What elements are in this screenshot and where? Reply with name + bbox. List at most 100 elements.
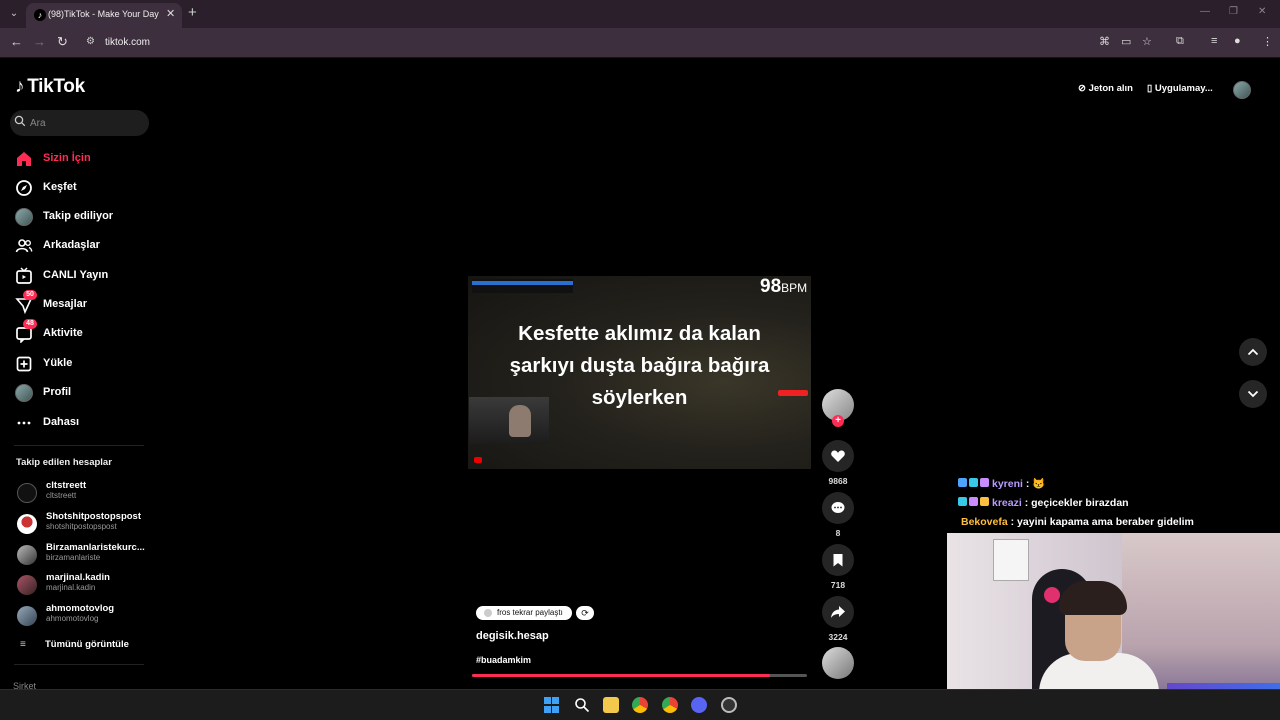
nav-label: Yükle xyxy=(43,357,73,369)
minimize-icon[interactable]: — xyxy=(1200,6,1210,17)
file-explorer-icon[interactable] xyxy=(603,697,619,713)
following-account[interactable]: cltstreett cltstreett xyxy=(16,480,156,508)
close-window-icon[interactable]: ✕ xyxy=(1258,6,1266,17)
taskbar-search-icon[interactable] xyxy=(574,697,590,713)
following-avatar xyxy=(15,208,33,226)
tab-close-icon[interactable]: ✕ xyxy=(166,7,175,20)
repost-indicator[interactable]: fros tekrar paylaştı xyxy=(476,606,572,620)
bpm-unit: BPM xyxy=(781,281,808,295)
account-avatar xyxy=(17,606,37,626)
maximize-icon[interactable]: ❐ xyxy=(1229,6,1238,17)
account-name: Shotshitpostopspost xyxy=(46,511,141,522)
save-button[interactable] xyxy=(822,544,854,576)
menu-icon[interactable]: ⋮ xyxy=(1262,35,1273,48)
nav-label: Mesajlar xyxy=(43,298,88,310)
more-icon xyxy=(17,421,31,425)
nav-friends[interactable]: Arkadaşlar xyxy=(15,235,155,257)
account-name: marjinal.kadin xyxy=(46,572,110,583)
nav-profile[interactable]: Profil xyxy=(15,382,155,404)
site-info-icon[interactable]: ⚙ xyxy=(86,36,95,47)
chat-message: kyreni : 😾 xyxy=(958,477,1045,490)
tiktok-note-icon: ♪ xyxy=(15,76,25,97)
chat-badges xyxy=(958,478,992,490)
following-account[interactable]: ahmomotovlog ahmomotovlog xyxy=(16,603,156,631)
obs-icon[interactable] xyxy=(721,697,737,713)
account-avatar xyxy=(17,483,37,503)
chrome-profile-icon[interactable] xyxy=(662,697,678,713)
post-hashtag[interactable]: #buadamkim xyxy=(476,655,531,665)
user-avatar[interactable] xyxy=(1233,81,1251,99)
reading-list-icon[interactable]: ≡ xyxy=(1211,35,1217,47)
nav-label: CANLI Yayın xyxy=(43,269,109,281)
chat-username: kyreni xyxy=(992,478,1023,490)
windows-start-icon[interactable] xyxy=(544,697,560,713)
nav-more[interactable]: Dahası xyxy=(15,412,155,434)
brand-name: TikTok xyxy=(27,76,85,97)
upload-icon xyxy=(16,356,32,372)
forward-icon[interactable]: → xyxy=(33,34,46,49)
bpm-readout: 98BPM xyxy=(760,276,807,298)
like-button[interactable] xyxy=(822,440,854,472)
following-account[interactable]: Shotshitpostopspost shotshitpostopspost xyxy=(16,511,156,539)
chrome-icon[interactable] xyxy=(632,697,648,713)
divider xyxy=(14,445,144,446)
activity-badge: 48 xyxy=(23,319,37,329)
nav-label: Keşfet xyxy=(43,181,77,193)
next-video-button[interactable] xyxy=(1239,380,1267,408)
browser-toolbar: ← → ↻ ⚙ tiktok.com ⌘ ▭ ☆ ⧉ ≡ ● ⋮ xyxy=(0,28,1280,58)
comment-button[interactable] xyxy=(822,492,854,524)
nav-upload[interactable]: Yükle xyxy=(15,353,155,375)
nav-activity[interactable]: 48 Aktivite xyxy=(15,319,155,345)
video-progress-bar[interactable] xyxy=(472,674,807,677)
nav-for-you[interactable]: Sizin İçin xyxy=(15,148,155,170)
discord-icon[interactable] xyxy=(691,697,707,713)
heart-icon xyxy=(831,450,845,462)
bookmark-star-icon[interactable]: ☆ xyxy=(1142,35,1152,48)
music-disc-avatar[interactable] xyxy=(822,647,854,679)
account-handle: ahmomotovlog xyxy=(46,614,99,623)
chat-username: kreazi xyxy=(992,497,1022,509)
back-icon[interactable]: ← xyxy=(10,34,23,49)
comment-icon xyxy=(831,502,845,513)
get-coins-button[interactable]: ⊘ Jeton alın xyxy=(1078,83,1133,97)
search-box[interactable] xyxy=(10,110,149,136)
browser-tab-strip: ⌄ ♪ (98)TikTok - Make Your Day ✕ + — ❐ ✕ xyxy=(0,0,1280,28)
chair-logo xyxy=(1044,587,1060,603)
account-avatar xyxy=(17,514,37,534)
repost-icon[interactable]: ⟳ xyxy=(576,606,594,620)
profile-icon[interactable]: ● xyxy=(1234,35,1241,47)
get-app-button[interactable]: ▯ Uygulamay... xyxy=(1147,83,1213,94)
translate-icon[interactable]: ⌘ xyxy=(1099,35,1110,48)
video-player[interactable]: 98BPM Kesfette aklımız da kalan şarkıyı … xyxy=(468,276,811,469)
tab-search-icon[interactable]: ⌄ xyxy=(6,6,22,22)
new-tab-button[interactable]: + xyxy=(188,4,197,21)
caption-line: şarkıyı duşta bağıra bağıra xyxy=(509,354,770,377)
chat-message: kreazi : geçicekler birazdan xyxy=(958,497,1129,509)
nav-explore[interactable]: Keşfet xyxy=(15,177,155,199)
share-arrow-icon xyxy=(831,606,845,618)
search-input[interactable] xyxy=(30,114,140,132)
tiktok-logo[interactable]: ♪ TikTok xyxy=(15,76,85,98)
share-count: 3224 xyxy=(828,632,848,642)
browser-tab[interactable]: ♪ (98)TikTok - Make Your Day ✕ xyxy=(26,3,182,28)
account-handle: cltstreett xyxy=(46,491,77,500)
video-hud-bar xyxy=(472,281,573,285)
bookmark-icon xyxy=(833,554,843,567)
nav-messages[interactable]: 50 Mesajlar xyxy=(15,290,155,316)
extensions-icon[interactable]: ⧉ xyxy=(1176,35,1184,48)
reload-icon[interactable]: ↻ xyxy=(57,34,68,50)
see-all-following-button[interactable]: ≡ Tümünü görüntüle xyxy=(18,638,148,652)
address-bar[interactable]: ⚙ tiktok.com xyxy=(80,32,1165,54)
share-button[interactable] xyxy=(822,596,854,628)
account-name: Birzamanlaristekurc... xyxy=(46,542,145,553)
post-author[interactable]: degisik.hesap xyxy=(476,630,549,642)
nav-live[interactable]: CANLI Yayın xyxy=(15,265,155,287)
following-account[interactable]: Birzamanlaristekurc... birzamanlariste xyxy=(16,542,156,570)
url-text[interactable]: tiktok.com xyxy=(105,37,150,48)
bpm-value: 98 xyxy=(760,276,782,297)
following-account[interactable]: marjinal.kadin marjinal.kadin xyxy=(16,572,156,600)
follow-plus-icon[interactable]: + xyxy=(832,415,844,427)
nav-following[interactable]: Takip ediliyor xyxy=(15,206,155,228)
cast-icon[interactable]: ▭ xyxy=(1121,35,1131,48)
previous-video-button[interactable] xyxy=(1239,338,1267,366)
